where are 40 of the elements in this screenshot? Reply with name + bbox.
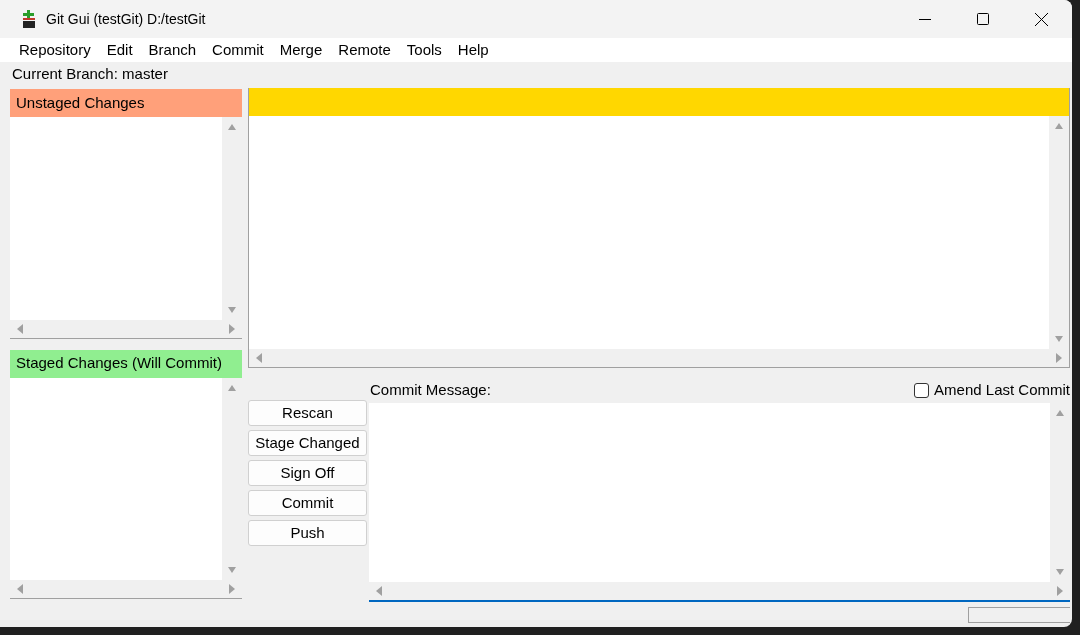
menu-item[interactable]: Remote [330,38,399,62]
menu-item[interactable]: Edit [98,38,141,62]
staged-changes-header: Staged Changes (Will Commit) [10,349,242,378]
scroll-right-arrow-icon[interactable] [228,584,236,594]
app-logo-icon [22,10,36,28]
scroll-down-arrow-icon[interactable] [227,566,237,574]
window-title: Git Gui (testGit) D:/testGit [46,9,206,29]
scroll-right-arrow-icon[interactable] [228,323,236,334]
scroll-right-arrow-icon[interactable] [1056,586,1064,596]
action-button[interactable]: Stage Changed [248,430,367,456]
menu-item[interactable]: Merge [271,38,331,62]
scroll-left-arrow-icon[interactable] [16,584,24,594]
scroll-up-arrow-icon[interactable] [1055,409,1065,417]
checkbox[interactable] [914,382,930,398]
minimize-icon [919,18,931,20]
scroll-up-arrow-icon[interactable] [227,383,237,392]
scroll-down-arrow-icon[interactable] [227,305,237,314]
action-button[interactable]: Rescan [248,400,367,426]
scroll-up-arrow-icon[interactable] [1054,122,1064,130]
menu-item[interactable]: Branch [140,38,205,62]
menu-item[interactable]: Repository [11,38,99,62]
scroll-right-arrow-icon[interactable] [1055,353,1063,363]
current-branch-label: Current Branch: master [11,64,169,85]
menu-item[interactable]: Help [449,38,497,62]
scroll-left-arrow-icon[interactable] [16,323,24,334]
scroll-down-arrow-icon[interactable] [1055,568,1065,576]
unstaged-changes-header: Unstaged Changes [10,89,242,117]
close-icon [1034,12,1048,26]
menu-item[interactable]: Commit [204,38,272,62]
scroll-left-arrow-icon[interactable] [255,353,263,363]
maximize-icon [977,13,989,25]
action-button[interactable]: Sign Off [248,460,367,486]
scroll-left-arrow-icon[interactable] [375,586,383,596]
menu-item[interactable]: Tools [398,38,450,62]
commit-message-label: Commit Message: [369,379,491,400]
amend-checkbox[interactable]: Amend Last Commit [914,378,1070,402]
scroll-down-arrow-icon[interactable] [1054,335,1064,343]
action-button[interactable]: Push [248,520,367,546]
scroll-up-arrow-icon[interactable] [227,123,237,131]
action-button[interactable]: Commit [248,490,367,516]
